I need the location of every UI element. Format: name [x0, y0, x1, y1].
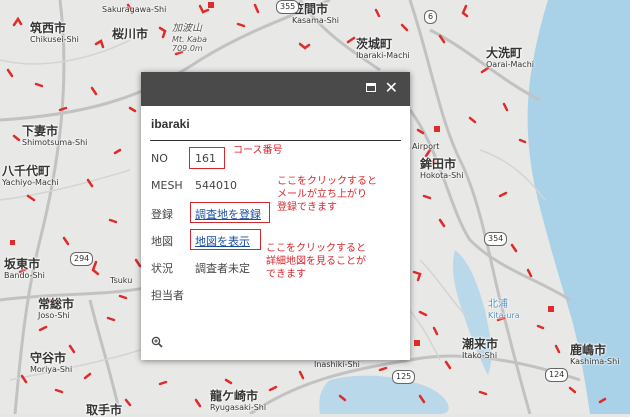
- place-label: Tsuku: [110, 276, 133, 285]
- lake-label: 北浦 Kita-ura: [488, 299, 520, 320]
- road-shield: 354: [484, 232, 508, 246]
- close-icon[interactable]: ✕: [385, 78, 398, 98]
- status-value: 調査者未定: [195, 262, 250, 275]
- road-shield: 355: [276, 0, 300, 14]
- popup-divider: [150, 140, 401, 141]
- annotation-map-line3: できます: [266, 269, 306, 280]
- road-shield: 124: [545, 368, 569, 382]
- place-label: 大洗町 Oarai-Machi: [486, 46, 534, 70]
- place-label: 常総市 Joso-Shi: [38, 297, 75, 321]
- place-label: 潮来市 Itako-Shi: [462, 337, 499, 361]
- place-label: 坂東市 Bando-Shi: [4, 257, 45, 281]
- popup-title: ibaraki: [151, 117, 190, 131]
- status-label: 状況: [151, 262, 173, 275]
- assignee-label: 担当者: [151, 289, 184, 302]
- road-shield: 125: [392, 370, 416, 384]
- road-shield: 6: [424, 10, 438, 24]
- place-label: 龍ケ崎市 Ryugasaki-Shi: [210, 389, 267, 413]
- no-label: NO: [151, 152, 168, 165]
- place-label: 鉾田市 Hokota-Shi: [420, 157, 464, 181]
- map-label: 地図: [151, 235, 173, 248]
- annotation-map-line2: 詳細地図を見ることが: [266, 256, 366, 267]
- place-label: 鹿嶋市 Kashima-Shi: [570, 343, 620, 367]
- show-map-link[interactable]: 地図を表示: [195, 233, 250, 249]
- peak-label: 加波山 Mt. Kaba 709.0m: [172, 23, 207, 53]
- annotation-mail-line1: ここをクリックすると: [277, 176, 377, 187]
- place-label: 守谷市 Moriya-Shi: [30, 351, 73, 375]
- annotation-map-line1: ここをクリックすると: [266, 243, 366, 254]
- place-label: 八千代町 Yachiyo-Machi: [2, 164, 59, 188]
- place-label: 下妻市 Shimotsuma-Shi: [22, 124, 88, 148]
- annotation-mail-line3: 登録できます: [277, 202, 337, 213]
- maximize-icon[interactable]: [366, 83, 376, 92]
- mesh-label: MESH: [151, 179, 183, 192]
- info-popup: ✕ ibaraki NO 161 MESH 544010 登録 調査地を登録 地…: [141, 72, 410, 360]
- place-label: 笠間市 Kasama-Shi: [292, 2, 340, 26]
- place-label: 桜川市: [112, 27, 149, 41]
- popup-titlebar: ✕: [141, 72, 410, 106]
- place-label: 茨城町 Ibaraki-Machi: [356, 37, 410, 61]
- annotation-mail-line2: メールが立ち上がり: [277, 189, 367, 200]
- place-label: 取手市: [86, 403, 123, 417]
- place-label: Airport: [412, 142, 440, 151]
- place-label: Inashiki-Shi: [314, 360, 360, 369]
- road-shield: 294: [70, 252, 94, 266]
- annotation-course-number: コース番号: [233, 145, 283, 156]
- mesh-value: 544010: [195, 179, 237, 192]
- place-label: 筑西市 Chikusei-Shi: [30, 21, 79, 45]
- register-survey-link[interactable]: 調査地を登録: [195, 206, 261, 222]
- zoom-to-icon[interactable]: [151, 336, 163, 348]
- course-number: 161: [195, 152, 216, 165]
- register-label: 登録: [151, 208, 173, 221]
